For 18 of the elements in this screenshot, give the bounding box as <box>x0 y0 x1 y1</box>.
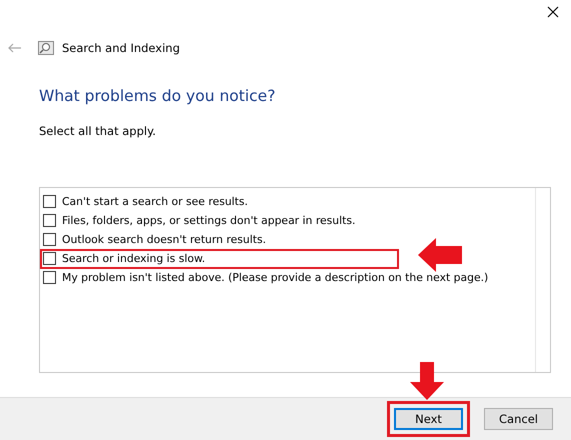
page-heading: What problems do you notice? <box>39 87 276 105</box>
checkbox-label[interactable]: Outlook search doesn't return results. <box>62 233 266 246</box>
instruction-text: Select all that apply. <box>39 124 157 138</box>
checkbox[interactable] <box>43 195 56 208</box>
checkbox-label[interactable]: Files, folders, apps, or settings don't appear in results. <box>62 214 356 227</box>
checkbox-label[interactable]: My problem isn't listed above. (Please provide a description on the next page.) <box>62 271 488 284</box>
dialog-button[interactable]: Cancel <box>484 408 553 430</box>
dialog-button[interactable]: Next <box>394 408 463 430</box>
close-icon[interactable] <box>547 6 559 18</box>
window-title: Search and Indexing <box>62 41 180 55</box>
checkbox[interactable] <box>43 271 56 284</box>
checkbox-label[interactable]: Can't start a search or see results. <box>62 195 248 208</box>
checkbox[interactable] <box>43 214 56 227</box>
checkbox[interactable] <box>43 233 56 246</box>
magnifier-icon <box>38 41 54 55</box>
checkbox-label[interactable]: Search or indexing is slow. <box>62 252 206 265</box>
checkbox[interactable] <box>43 252 56 265</box>
left-arrow-icon <box>418 238 464 272</box>
